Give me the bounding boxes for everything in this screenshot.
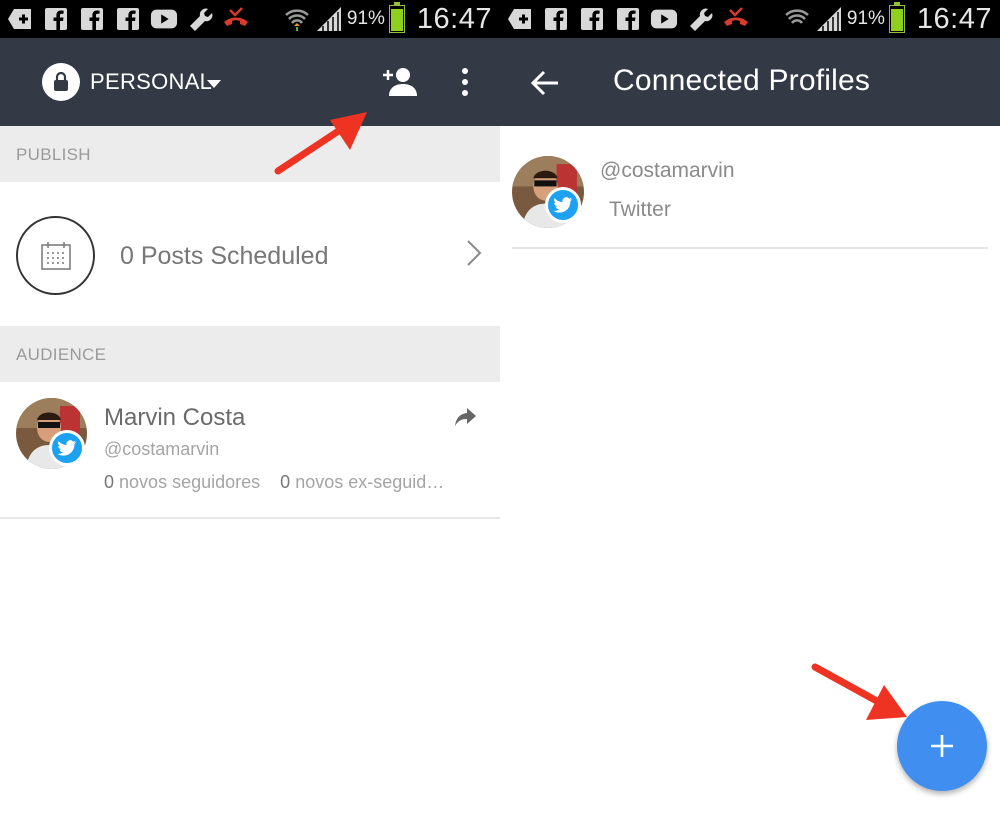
wifi-icon <box>783 6 811 32</box>
youtube-icon <box>150 6 178 32</box>
plus-icon <box>931 735 953 757</box>
lock-icon[interactable] <box>42 63 80 101</box>
twitter-icon <box>545 187 581 223</box>
posts-scheduled-label: 0 Posts Scheduled <box>120 242 329 270</box>
follower-stats: 0 novos seguidores 0 novos ex-seguid… <box>104 472 449 493</box>
battery-percent: 91% <box>346 8 385 29</box>
app-bar: Connected Profiles <box>500 38 1000 126</box>
twitter-icon <box>49 430 85 466</box>
clock: 16:47 <box>416 2 492 35</box>
posts-scheduled-row[interactable]: 0 Posts Scheduled <box>0 184 500 326</box>
app-bar: PERSONAL <box>0 38 500 126</box>
facebook-icon <box>542 6 570 32</box>
right-screen: 91% 16:47 Connected Profiles @costamarvi… <box>500 0 1000 833</box>
battery-icon <box>388 2 405 33</box>
back-arrow-icon[interactable] <box>528 66 562 100</box>
battery-icon <box>888 2 905 33</box>
ex-followers-count: 0 <box>280 472 291 492</box>
dropdown-caret-icon[interactable] <box>207 80 221 88</box>
facebook-icon <box>578 6 606 32</box>
account-selector[interactable]: PERSONAL <box>90 69 212 95</box>
audience-profile-row[interactable]: Marvin Costa @costamarvin 0 novos seguid… <box>0 382 500 519</box>
audience-section-header: AUDIENCE <box>0 326 500 382</box>
youtube-icon <box>650 6 678 32</box>
profile-handle: @costamarvin <box>104 439 220 459</box>
left-screen: 91% 16:47 PERSONAL PUBLISH 0 Posts Sched… <box>0 0 500 833</box>
profile-handle: @costamarvin <box>600 159 735 182</box>
profile-name: Marvin Costa <box>104 404 246 431</box>
connected-profile-row[interactable]: @costamarvin Twitter <box>512 126 988 249</box>
status-bar: 91% 16:47 <box>500 0 1000 38</box>
chevron-right-icon <box>467 240 482 266</box>
signal-icon <box>315 6 343 32</box>
page-title: Connected Profiles <box>613 64 871 97</box>
facebook-icon <box>78 6 106 32</box>
add-icon <box>506 6 534 32</box>
publish-section-header: PUBLISH <box>0 126 500 182</box>
ex-followers-label: novos ex-seguid… <box>295 472 445 492</box>
overflow-menu-button[interactable] <box>456 64 474 100</box>
facebook-icon <box>614 6 642 32</box>
new-followers-count: 0 <box>104 472 115 492</box>
add-person-icon <box>383 68 417 96</box>
wrench-icon <box>686 6 714 32</box>
add-profile-fab[interactable] <box>897 701 987 791</box>
signal-icon <box>815 6 843 32</box>
missed-call-icon <box>222 6 250 32</box>
wifi-icon <box>283 6 311 32</box>
battery-percent: 91% <box>846 8 885 29</box>
profile-network: Twitter <box>609 198 671 221</box>
facebook-icon <box>114 6 142 32</box>
clock: 16:47 <box>916 2 992 35</box>
wrench-icon <box>186 6 214 32</box>
missed-call-icon <box>722 6 750 32</box>
status-bar: 91% 16:47 <box>0 0 500 38</box>
add-profile-button[interactable] <box>380 64 420 100</box>
share-icon[interactable] <box>452 404 478 430</box>
new-followers-label: novos seguidores <box>119 472 261 492</box>
facebook-icon <box>42 6 70 32</box>
add-icon <box>6 6 34 32</box>
calendar-icon <box>16 216 95 295</box>
